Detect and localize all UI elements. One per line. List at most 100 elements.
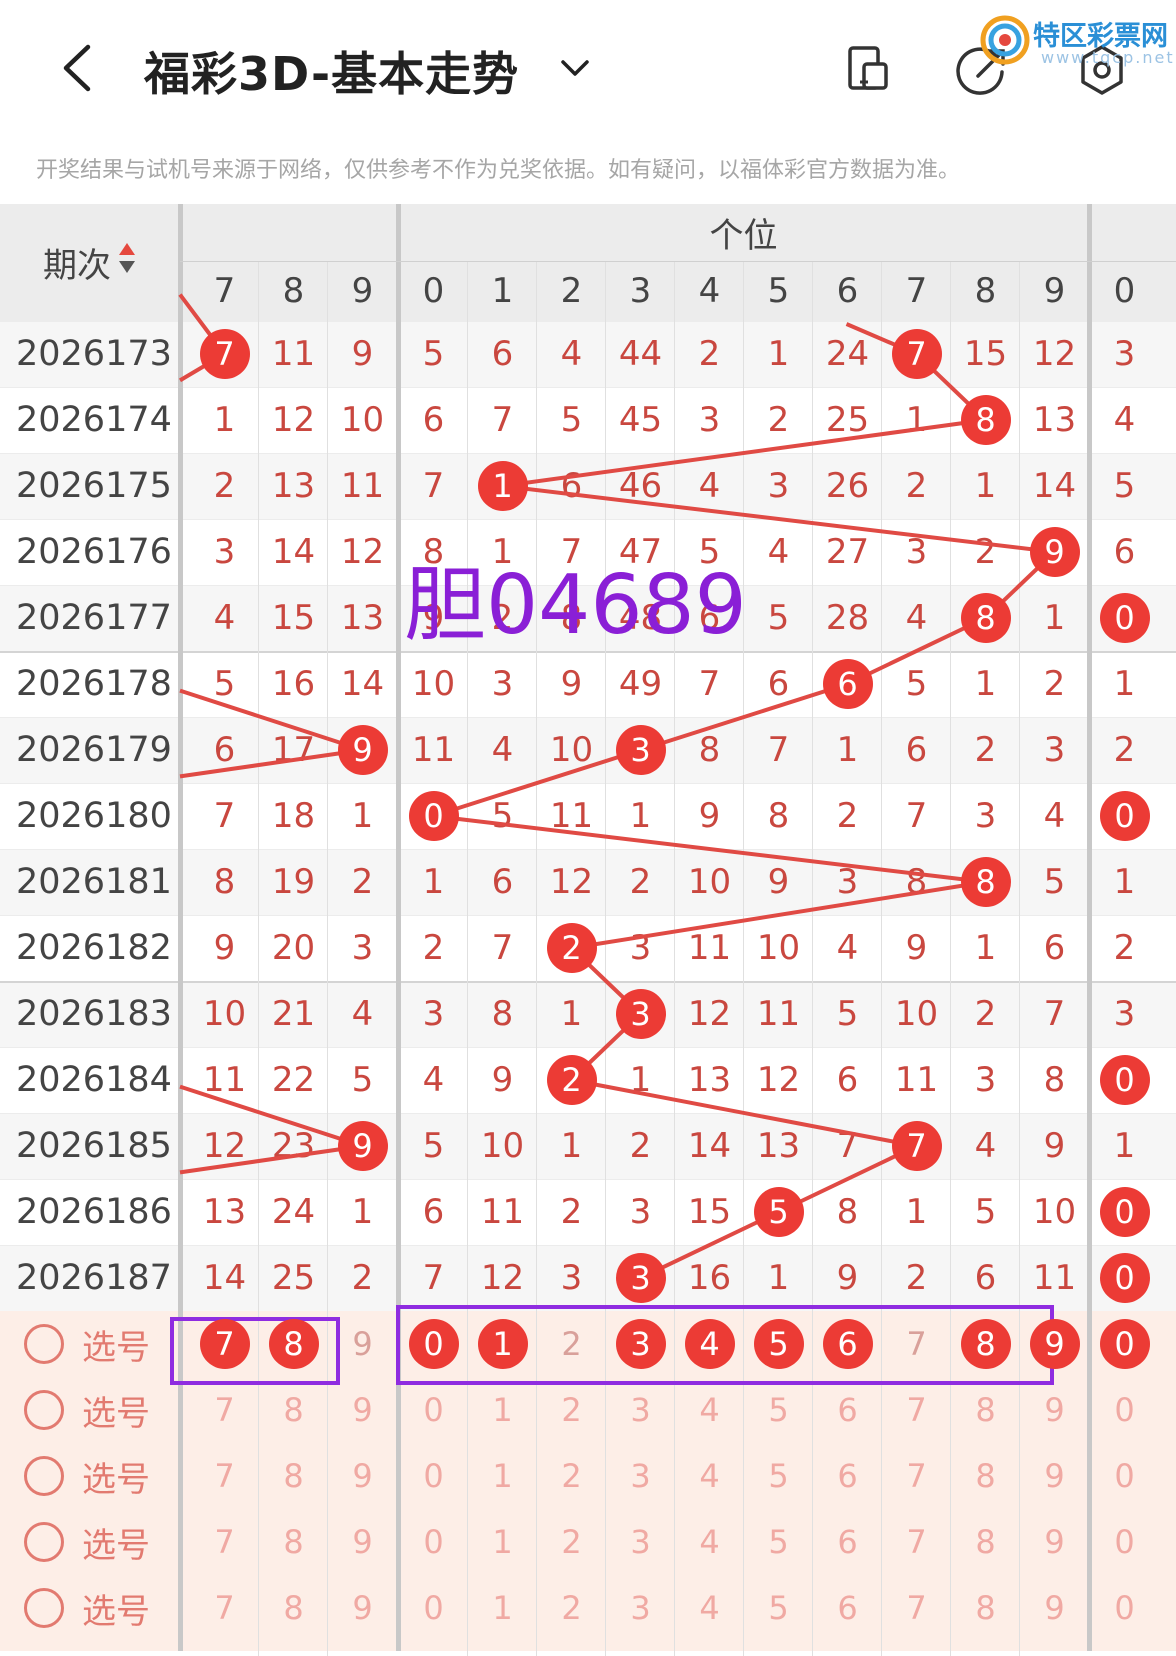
select-digit[interactable]: 9 (1020, 1509, 1089, 1575)
trend-cell: 4 (767, 532, 790, 572)
select-digit[interactable]: 0 (399, 1377, 468, 1443)
ball-number: 6 (822, 1319, 873, 1369)
select-digit[interactable]: 4 (675, 1443, 744, 1509)
ball-number: 2 (546, 1055, 597, 1105)
select-digit[interactable]: 7 (882, 1575, 951, 1641)
issue-number: 2026180 (16, 796, 172, 836)
select-digit[interactable]: 2 (537, 1509, 606, 1575)
select-digit[interactable]: 9 (328, 1443, 397, 1509)
select-digit[interactable]: 3 (606, 1443, 675, 1509)
ball-number: 0 (1099, 791, 1150, 841)
select-radio[interactable] (24, 1588, 64, 1628)
select-digit[interactable]: 7 (190, 1575, 259, 1641)
select-radio[interactable] (24, 1324, 64, 1364)
select-digit[interactable]: 6 (813, 1443, 882, 1509)
select-digit[interactable]: 4 (675, 1575, 744, 1641)
select-digit[interactable]: 8 (259, 1443, 328, 1509)
select-digit[interactable]: 8 (259, 1377, 328, 1443)
trend-cell: 2 (905, 466, 928, 506)
select-digit[interactable]: 6 (813, 1509, 882, 1575)
select-digit[interactable]: 3 (606, 1575, 675, 1641)
select-digit[interactable]: 2 (537, 1575, 606, 1641)
issue-header[interactable]: 期次 (0, 204, 180, 321)
back-button[interactable] (52, 40, 102, 96)
chevron-left-icon (63, 44, 91, 92)
title-dropdown[interactable] (555, 50, 595, 86)
select-digit[interactable]: 6 (813, 1575, 882, 1641)
trend-cell: 8 (1043, 1060, 1066, 1100)
trend-cell: 25 (825, 400, 870, 440)
select-digit[interactable]: 8 (951, 1509, 1020, 1575)
switch-view-button[interactable] (840, 42, 896, 98)
select-digit[interactable]: 5 (744, 1443, 813, 1509)
trend-cell: 9 (351, 334, 374, 374)
select-digit[interactable]: 0 (1090, 1575, 1159, 1641)
select-digit[interactable]: 3 (606, 1377, 675, 1443)
select-digit[interactable]: 0 (399, 1575, 468, 1641)
ball-number: 3 (615, 1253, 666, 1303)
trend-cell: 4 (905, 598, 928, 638)
select-digit[interactable]: 5 (744, 1575, 813, 1641)
select-digit[interactable]: 8 (951, 1377, 1020, 1443)
select-row[interactable]: 选号 (0, 1509, 180, 1575)
select-digit[interactable]: 7 (190, 1443, 259, 1509)
select-radio[interactable] (24, 1456, 64, 1496)
select-digit[interactable]: 1 (468, 1575, 537, 1641)
trend-cell: 14 (340, 664, 385, 704)
trend-cell: 6 (1113, 532, 1136, 572)
select-digit[interactable]: 9 (1020, 1377, 1089, 1443)
trend-cell: 11 (1032, 1258, 1077, 1298)
select-digit[interactable]: 7 (190, 1377, 259, 1443)
select-digit[interactable]: 0 (399, 1443, 468, 1509)
select-digit[interactable]: 1 (468, 1509, 537, 1575)
select-row[interactable]: 选号 (0, 1443, 180, 1509)
trend-cell: 10 (340, 400, 385, 440)
select-row[interactable]: 选号 (0, 1575, 180, 1641)
trend-cell: 3 (1043, 730, 1066, 770)
trend-cell: 4 (213, 598, 236, 638)
trend-cell: 1 (1043, 598, 1066, 638)
select-digit[interactable]: 2 (537, 1443, 606, 1509)
select-digit[interactable]: 9 (1020, 1575, 1089, 1641)
select-digit[interactable]: 1 (468, 1377, 537, 1443)
column-header: 9 (1043, 271, 1066, 311)
ball-number: 0 (1099, 1055, 1150, 1105)
trend-cell: 14 (271, 532, 316, 572)
select-digit[interactable]: 9 (328, 1575, 397, 1641)
trend-cell: 4 (698, 466, 721, 506)
select-digit[interactable]: 0 (1090, 1443, 1159, 1509)
column-header: 9 (351, 271, 374, 311)
select-digit[interactable]: 4 (675, 1377, 744, 1443)
select-row[interactable]: 选号 (0, 1311, 180, 1377)
select-radio[interactable] (24, 1390, 64, 1430)
select-digit[interactable]: 9 (328, 1509, 397, 1575)
select-digit[interactable]: 9 (328, 1377, 397, 1443)
select-digit[interactable]: 7 (190, 1509, 259, 1575)
select-digit[interactable]: 3 (606, 1509, 675, 1575)
select-digit[interactable]: 8 (951, 1575, 1020, 1641)
select-digit[interactable]: 5 (744, 1377, 813, 1443)
select-digit[interactable]: 0 (399, 1509, 468, 1575)
select-digit[interactable]: 5 (744, 1509, 813, 1575)
trend-cell: 44 (618, 334, 663, 374)
switch-view-icon (848, 46, 888, 90)
select-digit[interactable]: 4 (675, 1509, 744, 1575)
select-digit[interactable]: 8 (951, 1443, 1020, 1509)
trend-cell: 9 (491, 1060, 514, 1100)
select-digit[interactable]: 7 (882, 1377, 951, 1443)
select-digit[interactable]: 9 (1020, 1443, 1089, 1509)
ball-number: 0 (1099, 593, 1150, 643)
trend-cell: 3 (974, 796, 997, 836)
trend-cell: 11 (202, 1060, 247, 1100)
select-digit[interactable]: 1 (468, 1443, 537, 1509)
select-digit[interactable]: 7 (882, 1509, 951, 1575)
select-radio[interactable] (24, 1522, 64, 1562)
select-digit[interactable]: 8 (259, 1575, 328, 1641)
select-digit[interactable]: 0 (1090, 1377, 1159, 1443)
select-digit[interactable]: 0 (1090, 1509, 1159, 1575)
select-digit[interactable]: 6 (813, 1377, 882, 1443)
select-digit[interactable]: 2 (537, 1377, 606, 1443)
select-row[interactable]: 选号 (0, 1377, 180, 1443)
select-digit[interactable]: 8 (259, 1509, 328, 1575)
select-digit[interactable]: 7 (882, 1443, 951, 1509)
